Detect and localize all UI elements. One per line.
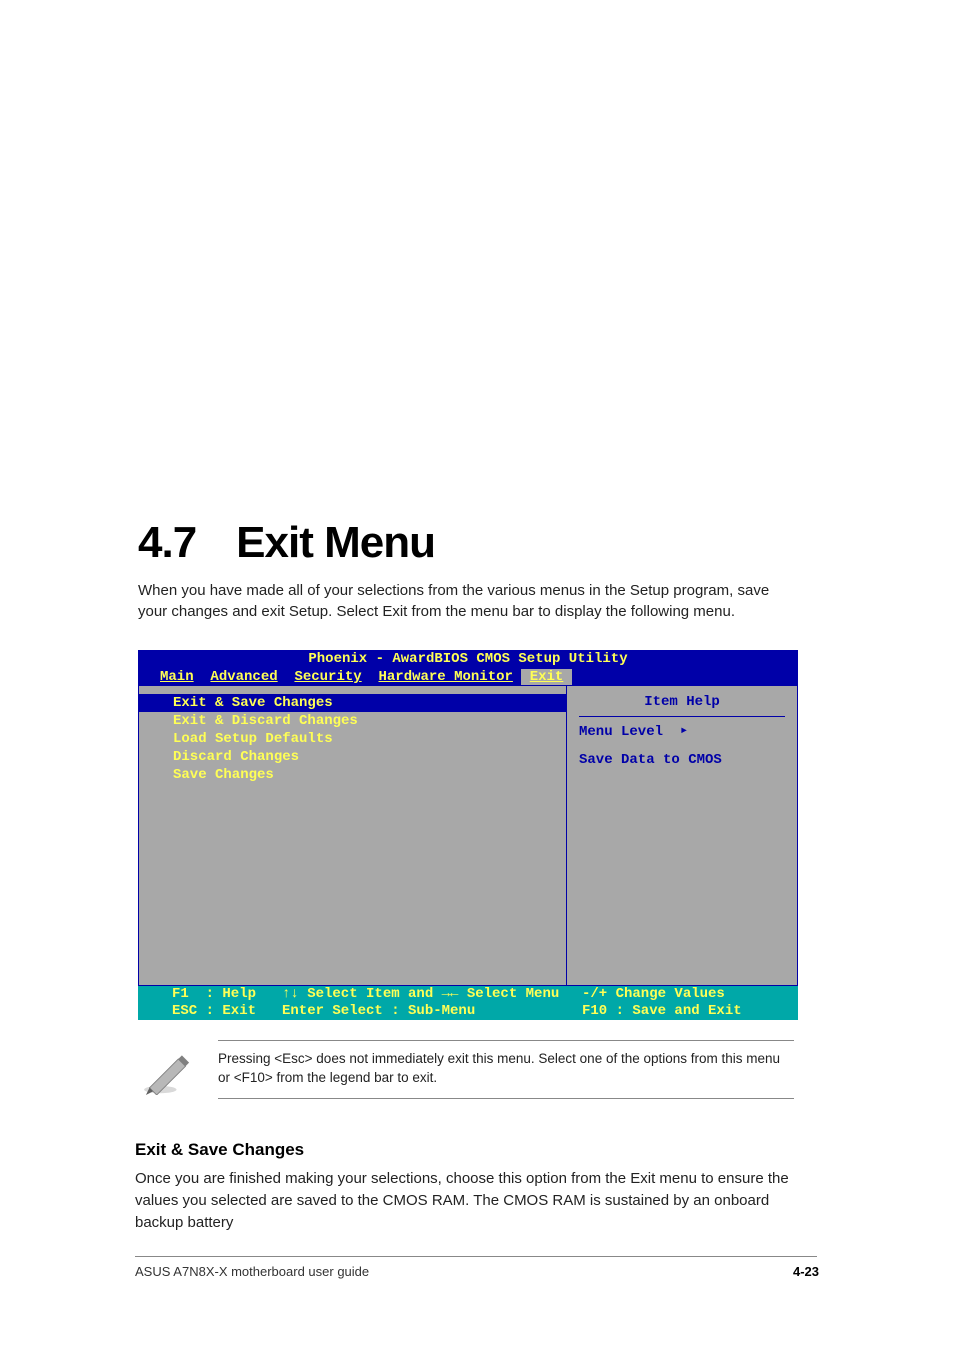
footer-change-values: -/+ Change Values bbox=[582, 986, 725, 1003]
intro-paragraph: When you have made all of your selection… bbox=[138, 580, 798, 622]
tab-hardware-monitor[interactable]: Hardware Monitor bbox=[378, 669, 512, 685]
bios-footer: F1 : Help↑↓ Select Item and →← Select Me… bbox=[138, 986, 798, 1020]
menu-level: Menu Level ▸ bbox=[579, 723, 785, 740]
tab-main[interactable]: Main bbox=[160, 669, 194, 685]
bios-help-panel: Item Help Menu Level ▸ Save Data to CMOS bbox=[567, 686, 797, 985]
bios-body: Exit & Save Changes Exit & Discard Chang… bbox=[138, 686, 798, 986]
menu-item-load-defaults[interactable]: Load Setup Defaults bbox=[139, 730, 566, 748]
bios-items: Exit & Save Changes Exit & Discard Chang… bbox=[139, 686, 567, 985]
tab-exit[interactable]: Exit bbox=[521, 669, 571, 685]
note-pen-icon bbox=[140, 1050, 195, 1095]
help-divider bbox=[579, 716, 785, 717]
page-footer-right: 4-23 bbox=[793, 1264, 819, 1279]
footer-f10: F10 : Save and Exit bbox=[582, 1003, 742, 1020]
page-footer-rule bbox=[135, 1256, 817, 1257]
footer-select-item: ↑↓ Select Item and →← Select Menu bbox=[282, 986, 582, 1003]
footer-f1: F1 : Help bbox=[172, 986, 282, 1003]
note-rule-bottom bbox=[218, 1098, 794, 1099]
subsection-body: Once you are finished making your select… bbox=[135, 1168, 795, 1233]
note-text: Pressing <Esc> does not immediately exit… bbox=[218, 1050, 794, 1088]
submenu-arrow-icon: ▸ bbox=[680, 722, 688, 739]
help-header: Item Help bbox=[579, 694, 785, 710]
tab-advanced[interactable]: Advanced bbox=[210, 669, 277, 685]
bios-menubar: Main Advanced Security Hardware Monitor … bbox=[138, 668, 798, 686]
tab-security[interactable]: Security bbox=[294, 669, 361, 685]
footer-esc: ESC : Exit bbox=[172, 1003, 282, 1020]
menu-item-exit-save[interactable]: Exit & Save Changes bbox=[139, 694, 566, 712]
menu-item-save-changes[interactable]: Save Changes bbox=[139, 766, 566, 784]
note-rule-top bbox=[218, 1040, 794, 1041]
help-description: Save Data to CMOS bbox=[579, 752, 785, 768]
page-footer-left: ASUS A7N8X-X motherboard user guide bbox=[135, 1264, 369, 1279]
bios-title: Phoenix - AwardBIOS CMOS Setup Utility bbox=[138, 650, 798, 668]
section-title: Exit Menu bbox=[236, 518, 435, 567]
footer-enter: Enter Select : Sub-Menu bbox=[282, 1003, 582, 1020]
subsection-title: Exit & Save Changes bbox=[135, 1140, 304, 1160]
section-number: 4.7 bbox=[138, 518, 196, 568]
menu-item-discard-changes[interactable]: Discard Changes bbox=[139, 748, 566, 766]
section-heading: 4.7 Exit Menu bbox=[138, 518, 435, 568]
bios-window: Phoenix - AwardBIOS CMOS Setup Utility M… bbox=[138, 650, 798, 1020]
menu-item-exit-discard[interactable]: Exit & Discard Changes bbox=[139, 712, 566, 730]
